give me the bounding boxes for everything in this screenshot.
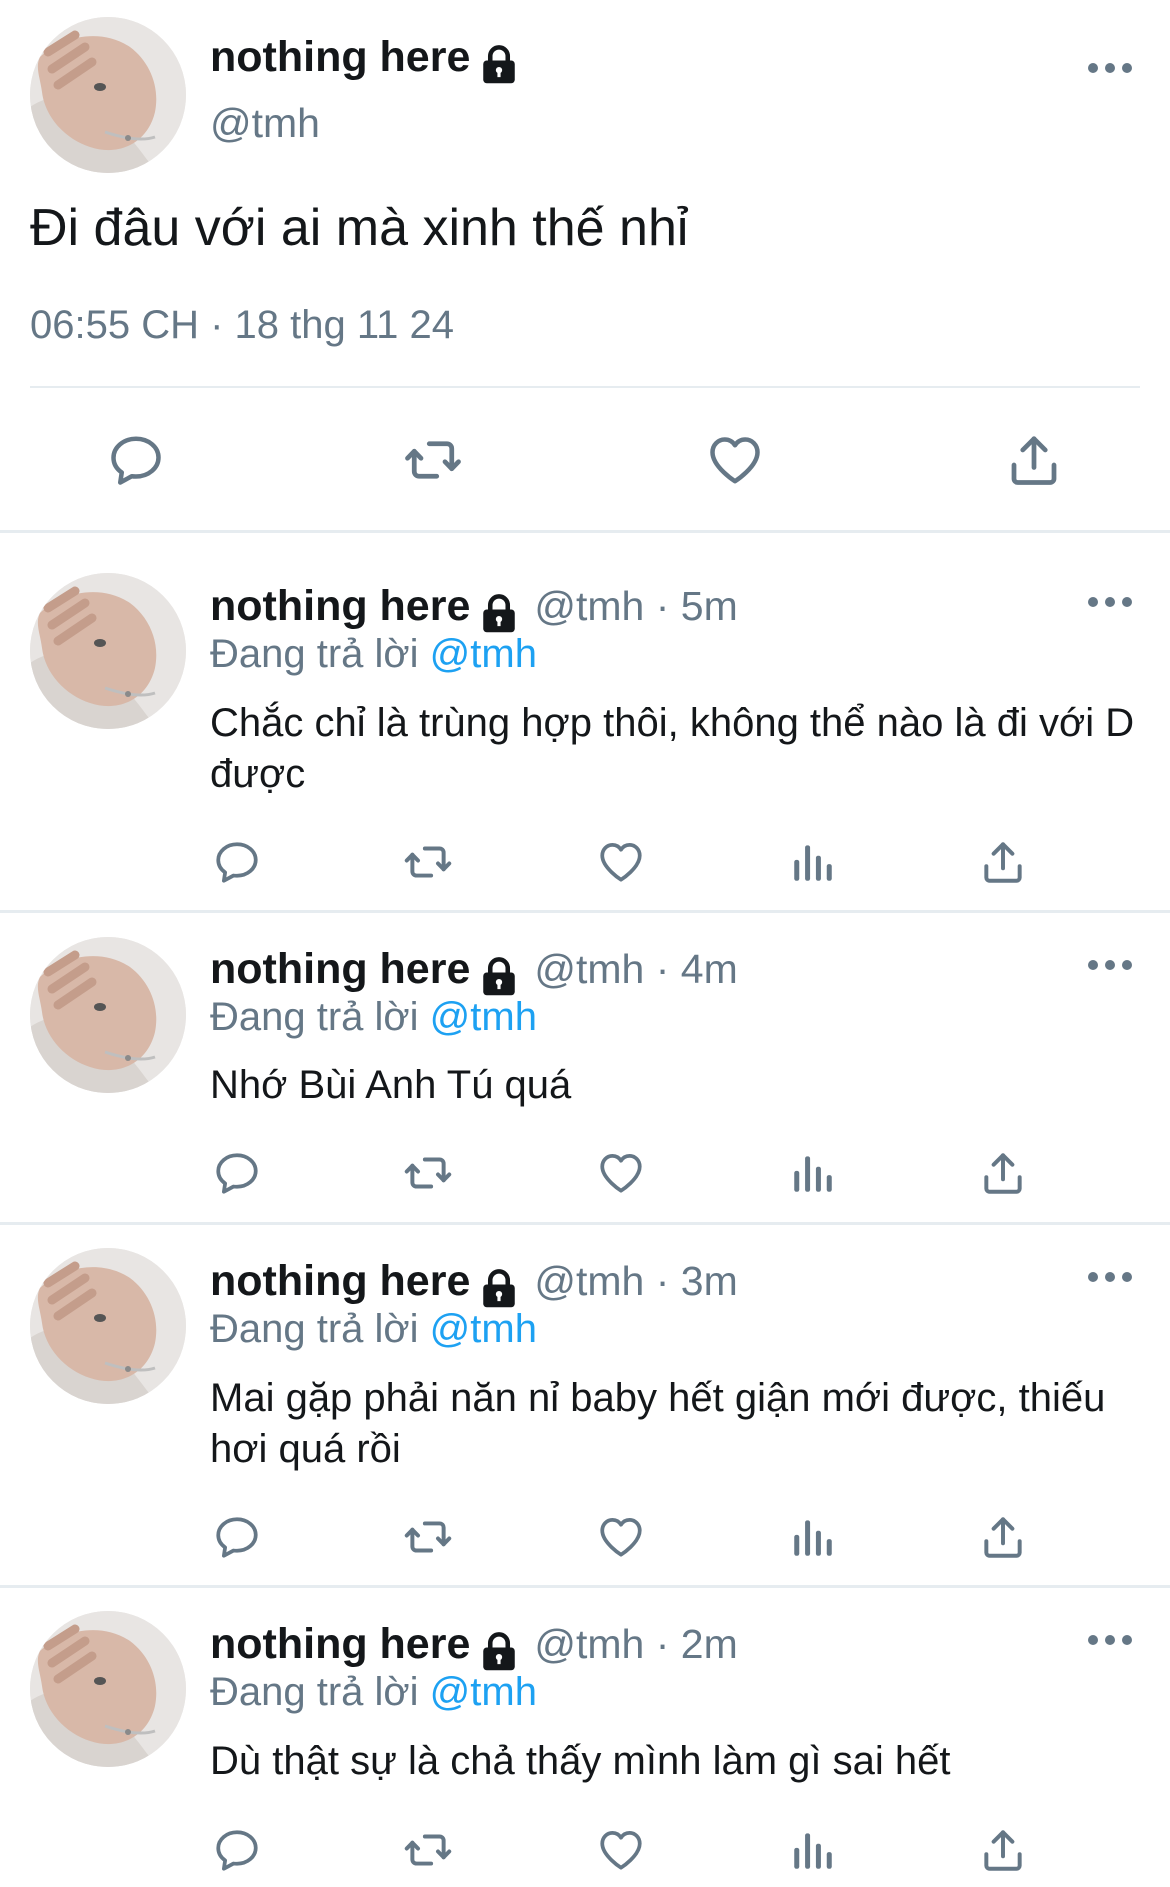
handle-time[interactable]: @tmh · 5m (534, 583, 737, 629)
mention-link[interactable]: @tmh (430, 1670, 537, 1714)
reply-text: Mai gặp phải năn nỉ baby hết giận mới đư… (210, 1376, 1106, 1471)
share-icon[interactable] (978, 1148, 1028, 1198)
handle-time[interactable]: @tmh · 3m (534, 1258, 737, 1304)
share-icon[interactable] (978, 1825, 1028, 1875)
handle-time[interactable]: @tmh · 4m (534, 946, 737, 992)
mention-link[interactable]: @tmh (430, 1307, 537, 1351)
author-name[interactable]: nothing here (210, 1257, 470, 1305)
avatar[interactable] (30, 573, 186, 729)
reply-text: Nhớ Bùi Anh Tú quá (210, 1063, 572, 1107)
heart-icon[interactable] (705, 430, 765, 490)
avatar[interactable] (30, 17, 186, 173)
reply-icon[interactable] (212, 1148, 262, 1198)
author-name[interactable]: nothing here (210, 1620, 470, 1668)
mention-link[interactable]: @tmh (430, 995, 537, 1039)
heart-icon[interactable] (596, 837, 646, 887)
mention-link[interactable]: @tmh (430, 632, 537, 676)
avatar-image (30, 17, 186, 173)
avatar-image (30, 1248, 186, 1404)
stats-icon[interactable] (788, 1825, 838, 1875)
tweet-text: Đi đâu với ai mà xinh thế nhỉ (30, 199, 689, 257)
heart-icon[interactable] (596, 1148, 646, 1198)
avatar[interactable] (30, 937, 186, 1093)
replying-to: Đang trả lời @tmh (210, 632, 537, 677)
more-options-icon[interactable] (1088, 61, 1132, 75)
author-line: nothing here @tmh · 5m (210, 582, 738, 639)
more-options-icon[interactable] (1088, 1270, 1132, 1284)
author-line: nothing here @tmh · 3m (210, 1257, 738, 1314)
reply-icon[interactable] (212, 1825, 262, 1875)
retweet-icon[interactable] (400, 837, 456, 887)
retweet-icon[interactable] (400, 430, 466, 490)
lock-icon (478, 43, 520, 90)
more-options-icon[interactable] (1088, 958, 1132, 972)
author-name[interactable]: nothing here (210, 945, 470, 993)
section-separator (0, 530, 1170, 533)
heart-icon[interactable] (596, 1825, 646, 1875)
retweet-icon[interactable] (400, 1512, 456, 1562)
replying-prefix: Đang trả lời (210, 632, 430, 676)
author-line: nothing here (210, 33, 520, 90)
stats-icon[interactable] (788, 837, 838, 887)
share-icon[interactable] (978, 1512, 1028, 1562)
reply-icon[interactable] (212, 1512, 262, 1562)
author-line: nothing here @tmh · 2m (210, 1620, 738, 1677)
reply-text: Dù thật sự là chả thấy mình làm gì sai h… (210, 1739, 951, 1783)
divider (30, 386, 1140, 388)
share-icon[interactable] (1004, 430, 1064, 490)
stats-icon[interactable] (788, 1148, 838, 1198)
author-name[interactable]: nothing here (210, 582, 470, 630)
reply-icon[interactable] (106, 430, 166, 490)
stats-icon[interactable] (788, 1512, 838, 1562)
heart-icon[interactable] (596, 1512, 646, 1562)
replying-to: Đang trả lời @tmh (210, 1670, 537, 1715)
section-separator (0, 1585, 1170, 1588)
avatar-image (30, 573, 186, 729)
section-separator (0, 1222, 1170, 1225)
replying-to: Đang trả lời @tmh (210, 1307, 537, 1352)
avatar-image (30, 937, 186, 1093)
reply-text: Chắc chỉ là trùng hợp thôi, không thể nà… (210, 701, 1135, 796)
replying-to: Đang trả lời @tmh (210, 995, 537, 1040)
more-options-icon[interactable] (1088, 595, 1132, 609)
section-separator (0, 910, 1170, 913)
more-options-icon[interactable] (1088, 1633, 1132, 1647)
reply-icon[interactable] (212, 837, 262, 887)
avatar[interactable] (30, 1611, 186, 1767)
author-name[interactable]: nothing here (210, 33, 470, 81)
replying-prefix: Đang trả lời (210, 1670, 430, 1714)
share-icon[interactable] (978, 837, 1028, 887)
tweet-timestamp[interactable]: 06:55 CH · 18 thg 11 24 (30, 303, 454, 348)
handle-time[interactable]: @tmh · 2m (534, 1621, 737, 1667)
retweet-icon[interactable] (400, 1825, 456, 1875)
avatar-image (30, 1611, 186, 1767)
replying-prefix: Đang trả lời (210, 1307, 430, 1351)
author-line: nothing here @tmh · 4m (210, 945, 738, 1002)
retweet-icon[interactable] (400, 1148, 456, 1198)
author-handle[interactable]: @tmh (210, 100, 320, 147)
avatar[interactable] (30, 1248, 186, 1404)
replying-prefix: Đang trả lời (210, 995, 430, 1039)
